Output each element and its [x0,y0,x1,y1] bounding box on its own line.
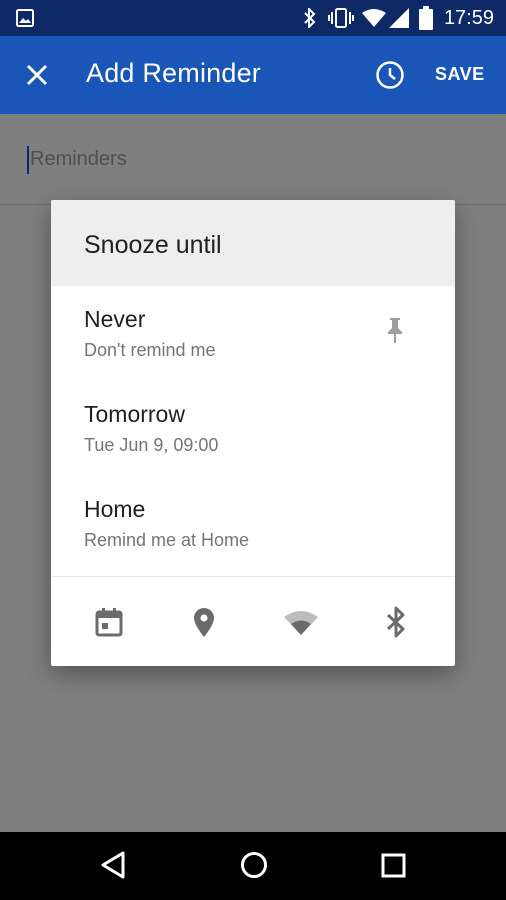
option-label: Home [84,496,146,522]
option-never[interactable]: Never Don't remind me [51,286,455,381]
vibrate-icon [327,8,355,33]
page-title: Add Reminder [86,58,261,88]
clock-icon[interactable] [375,60,405,95]
battery-icon [419,6,433,35]
status-bar: 17:59 [0,0,506,36]
home-icon[interactable] [239,850,269,885]
wifi-icon [362,8,386,33]
option-sublabel: Tue Jun 9, 09:00 [84,435,219,455]
recents-icon[interactable] [380,850,408,885]
close-icon[interactable] [25,63,49,92]
location-icon[interactable] [186,604,222,640]
pin-icon[interactable] [385,316,405,349]
dialog-header: Snooze until [51,200,455,286]
actions-divider [51,576,455,577]
calendar-icon[interactable] [91,604,127,640]
option-sublabel: Remind me at Home [84,530,250,550]
save-button[interactable]: SAVE [435,64,485,85]
option-home[interactable]: Home Remind me at Home [51,476,455,571]
signal-icon [389,8,409,33]
option-label: Tomorrow [84,401,185,427]
navigation-bar [0,832,506,900]
back-icon[interactable] [99,850,127,885]
image-icon [16,9,34,32]
dialog-title: Snooze until [84,231,222,259]
bluetooth-icon [302,6,318,33]
option-label: Never [84,306,146,332]
wifi-icon[interactable] [283,604,319,640]
option-sublabel: Don't remind me [84,340,216,360]
toolbar: Add Reminder SAVE [0,36,506,114]
clock-time: 17:59 [443,7,494,29]
snooze-dialog: Snooze until Never Don't remind me Tomor… [51,200,455,666]
option-tomorrow[interactable]: Tomorrow Tue Jun 9, 09:00 [51,381,455,476]
bluetooth-icon[interactable] [378,604,414,640]
